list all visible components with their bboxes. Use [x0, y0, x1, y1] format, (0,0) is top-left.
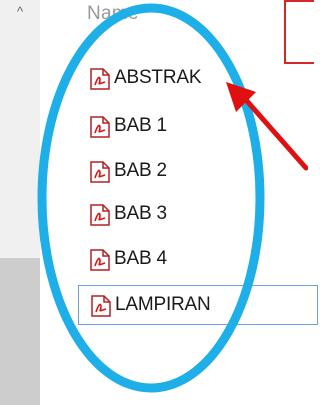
file-item-bab-4[interactable]: BAB 4 [78, 240, 318, 278]
pdf-file-icon [78, 199, 114, 229]
file-name: LAMPIRAN [115, 294, 211, 315]
file-name: BAB 4 [114, 248, 167, 269]
name-column-header[interactable]: Name [87, 3, 139, 25]
file-item-abstrak[interactable]: ABSTRAK [78, 59, 318, 97]
file-item-bab-2[interactable]: BAB 2 [78, 152, 318, 190]
file-name: ABSTRAK [114, 67, 202, 88]
pdf-file-icon [79, 290, 115, 320]
file-name: BAB 2 [114, 160, 167, 181]
pdf-file-icon [78, 156, 114, 186]
scrollbar-thumb[interactable] [0, 258, 40, 405]
file-item-lampiran[interactable]: LAMPIRAN [78, 285, 318, 325]
scroll-up-icon[interactable]: ^ [0, 0, 40, 24]
vertical-scrollbar[interactable]: ^ [0, 0, 40, 405]
pdf-file-icon [78, 111, 114, 141]
file-item-bab-3[interactable]: BAB 3 [78, 195, 318, 233]
pdf-file-icon [78, 63, 114, 93]
file-name: BAB 1 [114, 115, 167, 136]
file-name: BAB 3 [114, 203, 167, 224]
callout-box [284, 0, 314, 64]
pdf-file-icon [78, 244, 114, 274]
file-item-bab-1[interactable]: BAB 1 [78, 107, 318, 145]
